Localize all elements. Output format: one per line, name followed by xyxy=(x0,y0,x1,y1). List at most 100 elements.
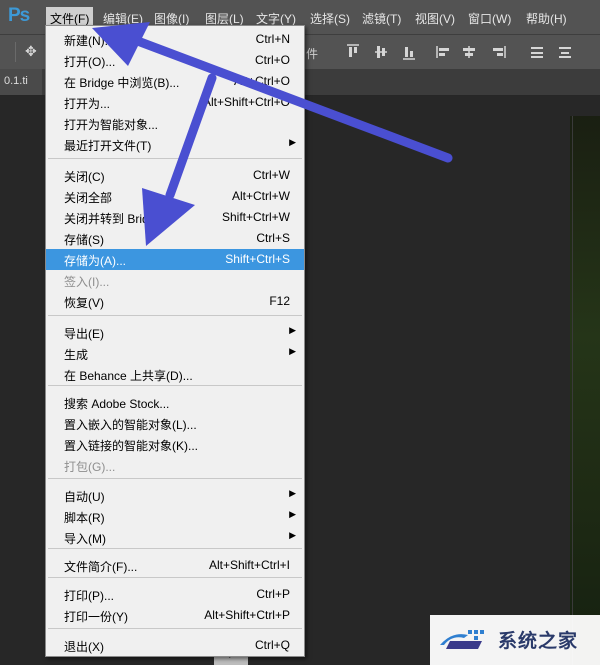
menu-item-shortcut: Alt+Shift+Ctrl+O xyxy=(202,95,290,109)
move-tool-icon[interactable]: ✥ xyxy=(25,43,37,60)
menu-item-label: 在 Behance 上共享(D)... xyxy=(64,369,193,383)
menu-item-label: 打开为智能对象... xyxy=(64,118,159,132)
menu-item-shortcut: Ctrl+N xyxy=(255,32,290,46)
watermark-logo-icon xyxy=(440,630,484,649)
menu-item-shortcut: Ctrl+W xyxy=(253,168,290,182)
canvas-edge xyxy=(572,116,573,665)
menu-item-revert[interactable]: 恢复(V) F12 xyxy=(46,291,304,312)
menu-item-new[interactable]: 新建(N)... Ctrl+N xyxy=(46,29,304,50)
menu-item-save-as[interactable]: 存储为(A)... Shift+Ctrl+S xyxy=(46,249,304,270)
menu-item-label: 存储为(A)... xyxy=(64,254,126,268)
menu-item-generate[interactable]: 生成 ▶ xyxy=(46,343,304,364)
menu-item-shortcut: Ctrl+S xyxy=(256,231,290,245)
menu-item-label: 关闭并转到 Bridge... xyxy=(64,212,173,226)
menu-item-close[interactable]: 关闭(C) Ctrl+W xyxy=(46,165,304,186)
distribute-vcenter-icon xyxy=(559,47,571,58)
menu-item-label: 置入嵌入的智能对象(L)... xyxy=(64,418,197,432)
align-right-icon xyxy=(493,46,506,58)
menu-item-shortcut: Alt+Ctrl+O xyxy=(233,74,290,88)
menu-item-shortcut: Ctrl+P xyxy=(256,587,290,601)
menu-separator xyxy=(48,385,302,386)
menu-item-label: 关闭全部 xyxy=(64,191,113,205)
document-image xyxy=(570,116,600,665)
align-top-icon xyxy=(347,44,359,57)
align-hcenter-icon xyxy=(463,46,475,58)
submenu-arrow-icon: ▶ xyxy=(289,488,296,498)
menu-item-close-all[interactable]: 关闭全部 Alt+Ctrl+W xyxy=(46,186,304,207)
menu-item-label: 文件简介(F)... xyxy=(64,560,138,574)
menu-item-open-as[interactable]: 打开为... Alt+Shift+Ctrl+O xyxy=(46,92,304,113)
menu-item-print[interactable]: 打印(P)... Ctrl+P xyxy=(46,584,304,605)
watermark-text: 系统之家 xyxy=(498,631,579,652)
menu-item-place-linked[interactable]: 置入链接的智能对象(K)... xyxy=(46,434,304,455)
align-buttons[interactable] xyxy=(345,44,595,60)
menu-separator xyxy=(48,158,302,159)
menu-help[interactable]: 帮助(H) xyxy=(526,10,567,27)
menu-item-check-in: 签入(I)... xyxy=(46,270,304,291)
menu-item-exit[interactable]: 退出(X) Ctrl+Q xyxy=(46,635,304,656)
options-separator xyxy=(15,42,16,62)
submenu-arrow-icon: ▶ xyxy=(289,137,296,147)
menu-item-label: 打开(O)... xyxy=(64,55,116,69)
menu-item-package: 打包(G)... xyxy=(46,455,304,476)
photoshop-logo: Ps xyxy=(8,5,30,26)
menu-item-label: 最近打开文件(T) xyxy=(64,139,152,153)
menu-filter[interactable]: 滤镜(T) xyxy=(362,10,401,27)
menu-separator xyxy=(48,577,302,578)
menu-item-recent-files[interactable]: 最近打开文件(T) ▶ xyxy=(46,134,304,155)
menu-item-file-info[interactable]: 文件简介(F)... Alt+Shift+Ctrl+I xyxy=(46,555,304,576)
menu-item-automate[interactable]: 自动(U) ▶ xyxy=(46,485,304,506)
align-bottom-icon xyxy=(403,47,415,60)
menu-item-print-one-copy[interactable]: 打印一份(Y) Alt+Shift+Ctrl+P xyxy=(46,605,304,626)
menu-item-label: 打包(G)... xyxy=(64,460,116,474)
menu-item-shortcut: Shift+Ctrl+S xyxy=(225,252,290,266)
menu-item-place-embedded[interactable]: 置入嵌入的智能对象(L)... xyxy=(46,413,304,434)
menu-item-label: 打印一份(Y) xyxy=(64,610,128,624)
menu-select[interactable]: 选择(S) xyxy=(310,10,350,27)
menu-item-label: 导出(E) xyxy=(64,327,104,341)
menu-item-shortcut: Ctrl+O xyxy=(254,53,290,67)
menu-item-label: 在 Bridge 中浏览(B)... xyxy=(64,76,180,90)
menu-item-shortcut: Shift+Ctrl+W xyxy=(221,210,290,224)
menu-item-save[interactable]: 存储(S) Ctrl+S xyxy=(46,228,304,249)
menu-item-label: 恢复(V) xyxy=(64,296,104,310)
menu-item-scripts[interactable]: 脚本(R) ▶ xyxy=(46,506,304,527)
menu-item-shortcut: F12 xyxy=(269,294,290,308)
menu-item-export[interactable]: 导出(E) ▶ xyxy=(46,322,304,343)
menu-item-label: 存储(S) xyxy=(64,233,104,247)
menu-separator xyxy=(48,478,302,479)
menu-view[interactable]: 视图(V) xyxy=(415,10,455,27)
align-left-icon xyxy=(436,46,449,58)
menu-item-label: 退出(X) xyxy=(64,640,104,654)
submenu-arrow-icon: ▶ xyxy=(289,509,296,519)
align-vcenter-icon xyxy=(375,46,387,58)
menu-item-label: 脚本(R) xyxy=(64,511,105,525)
document-tab-label: 0.1.ti xyxy=(4,75,28,87)
menu-item-close-go-bridge[interactable]: 关闭并转到 Bridge... Shift+Ctrl+W xyxy=(46,207,304,228)
menu-item-share-behance[interactable]: 在 Behance 上共享(D)... xyxy=(46,364,304,385)
menu-item-browse-bridge[interactable]: 在 Bridge 中浏览(B)... Alt+Ctrl+O xyxy=(46,71,304,92)
menu-item-label: 置入链接的智能对象(K)... xyxy=(64,439,198,453)
menu-item-label: 打印(P)... xyxy=(64,589,114,603)
menu-item-import[interactable]: 导入(M) ▶ xyxy=(46,527,304,548)
menu-item-shortcut: Alt+Shift+Ctrl+I xyxy=(208,558,290,572)
menu-item-label: 关闭(C) xyxy=(64,170,105,184)
menu-item-label: 生成 xyxy=(64,348,89,362)
menu-item-shortcut: Ctrl+Q xyxy=(254,638,290,652)
menu-separator xyxy=(48,315,302,316)
submenu-arrow-icon: ▶ xyxy=(289,346,296,356)
menu-item-open-as-smart-object[interactable]: 打开为智能对象... xyxy=(46,113,304,134)
submenu-arrow-icon: ▶ xyxy=(289,325,296,335)
options-label: 件 xyxy=(306,47,319,61)
menu-item-label: 签入(I)... xyxy=(64,275,110,289)
document-tab[interactable]: 0.1.ti xyxy=(0,69,42,95)
menu-item-open[interactable]: 打开(O)... Ctrl+O xyxy=(46,50,304,71)
menu-item-shortcut: Alt+Shift+Ctrl+P xyxy=(204,608,290,622)
menu-item-search-adobe-stock[interactable]: 搜索 Adobe Stock... xyxy=(46,392,304,413)
menu-separator xyxy=(48,628,302,629)
watermark: 系统之家 xyxy=(430,615,600,665)
menu-item-label: 搜索 Adobe Stock... xyxy=(64,397,170,411)
distribute-top-icon xyxy=(531,47,543,58)
menu-item-label: 打开为... xyxy=(64,97,111,111)
menu-window[interactable]: 窗口(W) xyxy=(468,10,511,27)
